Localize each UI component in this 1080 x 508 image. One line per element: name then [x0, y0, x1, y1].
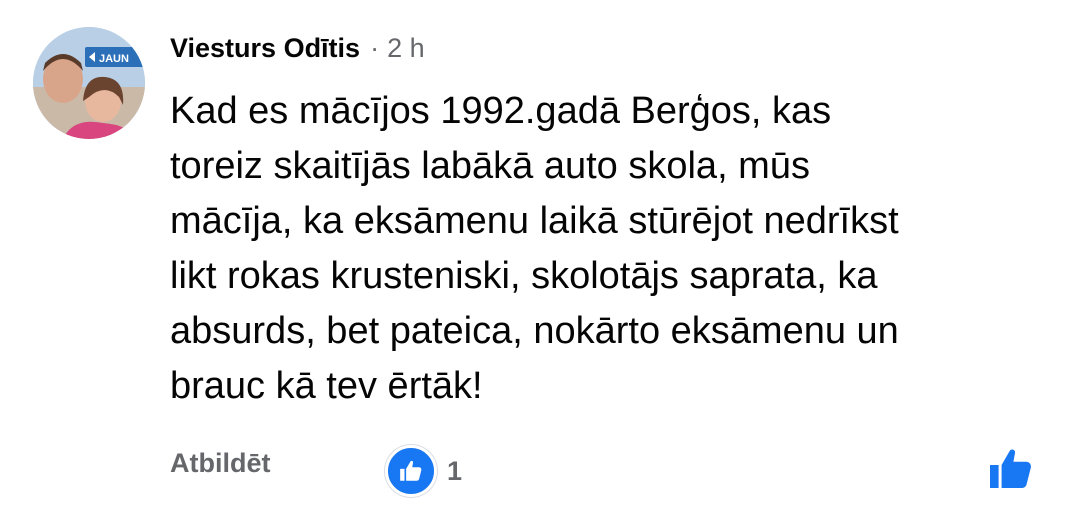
separator-dot: · — [370, 32, 380, 63]
comment-text-line: absurds, bet pateica, nokārto eksāmenu u… — [170, 310, 899, 352]
comment-text-line: brauc kā tev ērtāk! — [170, 365, 483, 407]
reply-button[interactable]: Atbildēt — [170, 448, 271, 479]
comment: JAUN Viesturs Odītis · 2 h Kad es mācījo… — [0, 0, 1080, 508]
reaction-summary[interactable]: 1 — [385, 445, 462, 497]
comment-text-line: likt rokas krusteniski, skolotājs saprat… — [170, 255, 878, 297]
like-icon — [385, 445, 437, 497]
comment-text: Kad es mācījos 1992.gadā Berģos, kas tor… — [170, 84, 1050, 414]
comment-text-line: Kad es mācījos 1992.gadā Berģos, kas — [170, 90, 832, 132]
comment-header: Viesturs Odītis · 2 h — [170, 28, 425, 68]
timestamp[interactable]: 2 h — [387, 33, 425, 64]
comment-text-line: mācīja, ka eksāmenu laikā stūrējot nedrī… — [170, 200, 899, 242]
like-button[interactable] — [987, 445, 1035, 493]
avatar-photo: JAUN — [33, 27, 145, 139]
author-name[interactable]: Viesturs Odītis — [170, 33, 360, 64]
avatar-sign-text: JAUN — [99, 53, 129, 65]
thumbs-up-icon — [990, 449, 1031, 488]
avatar[interactable]: JAUN — [33, 27, 145, 139]
reaction-count: 1 — [447, 455, 463, 486]
comment-text-line: toreiz skaitījās labākā auto skola, mūs — [170, 145, 810, 187]
